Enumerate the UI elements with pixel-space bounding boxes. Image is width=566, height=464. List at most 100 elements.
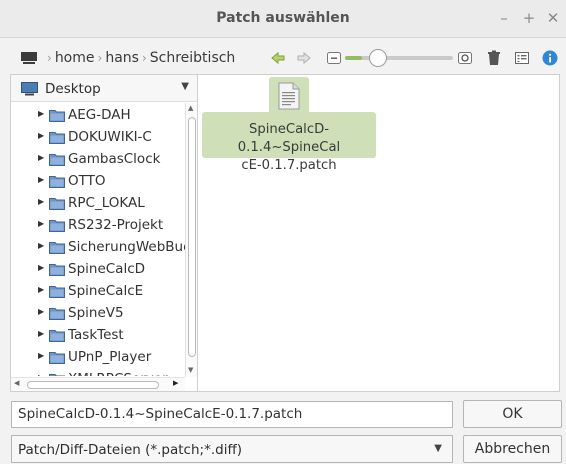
tree-item-label: SicherungWebBucl	[68, 239, 185, 255]
expand-triangle-icon[interactable]: ▶	[38, 329, 44, 338]
tree-item-label: TaskTest	[68, 327, 124, 343]
vertical-scrollbar[interactable]: ▲ ▼	[185, 103, 197, 377]
expand-triangle-icon[interactable]: ▶	[38, 153, 44, 162]
breadcrumb-home[interactable]: home	[55, 50, 95, 66]
file-type-filter[interactable]: Patch/Diff-Dateien (*.patch;*.diff) ▼	[11, 435, 453, 463]
tree-item[interactable]: ▶ SicherungWebBucl	[11, 236, 185, 258]
breadcrumb-hans[interactable]: hans	[105, 50, 139, 66]
dropdown-arrow-icon: ▼	[434, 443, 442, 454]
place-selector[interactable]: Desktop ▼	[11, 75, 197, 102]
forward-arrow-icon[interactable]	[296, 50, 312, 66]
file-name-line1: SpineCalcD-0.1.4~SpineCal	[237, 122, 341, 155]
folder-icon	[49, 154, 65, 166]
tree-item[interactable]: ▶ GambasClock	[11, 148, 185, 170]
tree-item[interactable]: ▶ RS232-Projekt	[11, 214, 185, 236]
zoom-out-icon[interactable]	[326, 50, 342, 66]
filename-field[interactable]: SpineCalcD-0.1.4~SpineCalcE-0.1.7.patch	[11, 401, 453, 428]
tree-item-label: SpineCalcE	[68, 283, 144, 299]
zoom-in-icon[interactable]	[457, 50, 473, 66]
zoom-slider[interactable]	[345, 56, 453, 60]
back-arrow-icon[interactable]	[270, 50, 286, 66]
file-dialog: Patch auswählen – + ✕ › home › hans › Sc…	[0, 0, 566, 464]
expand-triangle-icon[interactable]: ▶	[38, 175, 44, 184]
breadcrumb: › home › hans › Schreibtisch	[20, 50, 235, 66]
chevron-right-icon: ›	[141, 51, 147, 65]
tree-item[interactable]: ▶ UPnP_Player	[11, 346, 185, 368]
file-name-label: SpineCalcD-0.1.4~SpineCal cE-0.1.7.patch	[202, 121, 376, 175]
dropdown-arrow-icon: ▼	[181, 81, 189, 92]
file-view[interactable]: SpineCalcD-0.1.4~SpineCal cE-0.1.7.patch	[198, 74, 560, 392]
delete-icon[interactable]	[486, 50, 502, 66]
scroll-left-icon[interactable]: ◀	[14, 379, 19, 387]
places-sidebar: Desktop ▼ ▶ AEG-DAH ▶ DOKUWIKI-C ▶ GambasCloc…	[10, 74, 198, 392]
folder-icon	[49, 242, 65, 254]
tree-item-label: SpineV5	[68, 305, 124, 321]
folder-icon	[49, 352, 65, 364]
tree-item-label: XMLRPCServer	[68, 371, 168, 376]
expand-triangle-icon[interactable]: ▶	[38, 109, 44, 118]
tree-item-label: GambasClock	[68, 151, 161, 167]
tree-item-label: OTTO	[68, 173, 106, 189]
expand-triangle-icon[interactable]: ▶	[38, 373, 44, 376]
chevron-right-icon: ›	[97, 51, 103, 65]
zoom-slider-knob[interactable]	[369, 49, 387, 67]
title-bar[interactable]: Patch auswählen – + ✕	[0, 0, 566, 38]
file-item-selected[interactable]: SpineCalcD-0.1.4~SpineCal cE-0.1.7.patch	[202, 112, 376, 173]
desktop-icon	[21, 82, 38, 96]
folder-icon	[49, 374, 65, 376]
expand-triangle-icon[interactable]: ▶	[38, 241, 44, 250]
chevron-right-icon: ›	[47, 51, 52, 65]
expand-triangle-icon[interactable]: ▶	[38, 219, 44, 228]
tree-item[interactable]: ▶ AEG-DAH	[11, 104, 185, 126]
scroll-down-icon[interactable]: ▼	[188, 366, 193, 374]
view-details-icon[interactable]	[514, 50, 530, 66]
text-file-icon[interactable]	[278, 82, 300, 110]
horizontal-scrollbar[interactable]: ◀ ▶	[11, 377, 185, 391]
tree-item-label: AEG-DAH	[68, 107, 131, 123]
close-button[interactable]: ✕	[545, 9, 561, 27]
file-type-filter-label: Patch/Diff-Dateien (*.patch;*.diff)	[18, 442, 243, 458]
tree-item[interactable]: ▶ XMLRPCServer	[11, 368, 185, 376]
folder-icon	[49, 330, 65, 342]
expand-triangle-icon[interactable]: ▶	[38, 285, 44, 294]
computer-icon[interactable]	[20, 51, 38, 65]
zoom-slider-fill	[345, 56, 362, 60]
place-selector-label: Desktop	[45, 81, 101, 97]
window-title: Patch auswählen	[216, 10, 350, 26]
horizontal-scrollbar-thumb[interactable]	[27, 381, 159, 389]
maximize-button[interactable]: +	[521, 9, 537, 27]
expand-triangle-icon[interactable]: ▶	[38, 131, 44, 140]
tree-item-label: RS232-Projekt	[68, 217, 164, 233]
tree-item-label: DOKUWIKI-C	[68, 129, 152, 145]
ok-button[interactable]: OK	[463, 400, 562, 428]
tree-item[interactable]: ▶ RPC_LOKAL	[11, 192, 185, 214]
info-icon[interactable]	[542, 50, 558, 66]
tree-item[interactable]: ▶ SpineV5	[11, 302, 185, 324]
scroll-right-icon[interactable]: ▶	[173, 379, 178, 387]
tree-item[interactable]: ▶ OTTO	[11, 170, 185, 192]
location-bar: › home › hans › Schreibtisch	[8, 44, 560, 72]
folder-icon	[49, 110, 65, 122]
tree-item-label: SpineCalcD	[68, 261, 146, 277]
cancel-button[interactable]: Abbrechen	[463, 435, 562, 463]
expand-triangle-icon[interactable]: ▶	[38, 307, 44, 316]
tree-item[interactable]: ▶ DOKUWIKI-C	[11, 126, 185, 148]
expand-triangle-icon[interactable]: ▶	[38, 263, 44, 272]
tree-item[interactable]: ▶ TaskTest	[11, 324, 185, 346]
minimize-button[interactable]: –	[496, 9, 512, 27]
folder-tree: ▶ AEG-DAH ▶ DOKUWIKI-C ▶ GambasClock ▶ OTTO ▶ RPC…	[11, 103, 185, 376]
tree-item-label: UPnP_Player	[68, 349, 152, 365]
folder-icon	[49, 308, 65, 320]
expand-triangle-icon[interactable]: ▶	[38, 197, 44, 206]
expand-triangle-icon[interactable]: ▶	[38, 351, 44, 360]
breadcrumb-schreibtisch[interactable]: Schreibtisch	[150, 50, 236, 66]
vertical-scrollbar-thumb[interactable]	[188, 117, 196, 357]
folder-icon	[49, 198, 65, 210]
folder-icon	[49, 220, 65, 232]
tree-item[interactable]: ▶ SpineCalcE	[11, 280, 185, 302]
scroll-up-icon[interactable]: ▲	[188, 104, 193, 112]
tree-item[interactable]: ▶ SpineCalcD	[11, 258, 185, 280]
folder-icon	[49, 286, 65, 298]
folder-icon	[49, 132, 65, 144]
file-name-line2: cE-0.1.7.patch	[241, 158, 337, 173]
